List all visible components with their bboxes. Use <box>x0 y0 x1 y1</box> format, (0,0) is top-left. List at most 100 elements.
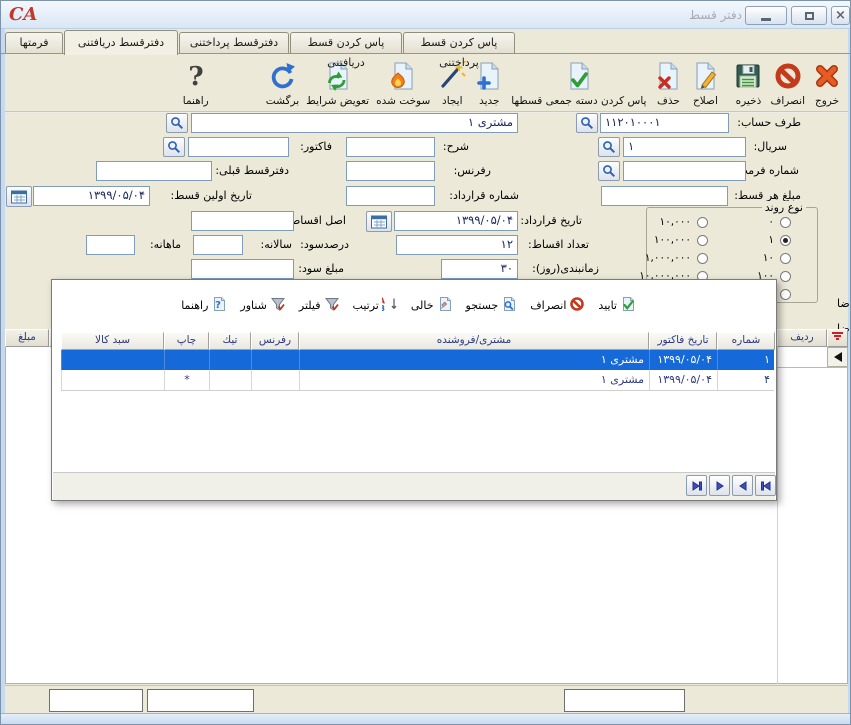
row2-invoice-date[interactable]: ۱۳۹۹/۰۵/۰۴ <box>649 370 717 390</box>
dialog-help-button[interactable]: ? راهنما <box>181 296 227 315</box>
dialog-empty-button[interactable]: خالی <box>411 296 453 315</box>
bottom-summary-box-1[interactable] <box>49 689 143 712</box>
dialog-float-button[interactable]: شناور <box>240 296 286 315</box>
row2-customer[interactable]: مشتری ۱ <box>299 370 649 390</box>
tab-receivable-book[interactable]: دفترقسط دریافتنی <box>64 30 178 55</box>
account-search-button[interactable] <box>576 113 598 133</box>
tab-formats[interactable]: فرمتها <box>5 32 63 53</box>
tab-pass-payable[interactable]: پاس کردن قسط پرداختنی <box>403 32 515 53</box>
row1-tick[interactable] <box>209 350 251 370</box>
installment-amount-field[interactable] <box>601 186 728 206</box>
row2-tick[interactable] <box>209 370 251 390</box>
contract-date-field[interactable]: ۱۳۹۹/۰۵/۰۴ <box>394 211 518 231</box>
close-button[interactable]: × <box>831 6 850 25</box>
round-10-radio[interactable] <box>780 253 791 264</box>
row1-basket[interactable] <box>61 350 164 370</box>
serial-search-button[interactable] <box>598 137 620 157</box>
round-extra-radio[interactable] <box>780 289 791 300</box>
nav-next-button[interactable] <box>709 475 730 496</box>
edit-button[interactable]: اصلاح <box>688 60 722 108</box>
description-field[interactable] <box>346 137 435 157</box>
format-no-search-button[interactable] <box>598 161 620 181</box>
round-1m-radio[interactable] <box>697 253 708 264</box>
invoice-search-button[interactable] <box>163 137 185 157</box>
save-button[interactable]: ذخیره <box>731 60 765 108</box>
interest-amount-field[interactable] <box>191 259 294 279</box>
contract-no-field[interactable] <box>346 186 435 206</box>
round-1-radio[interactable] <box>780 235 791 246</box>
tab-pass-receivable[interactable]: پاس کردن قسط دریافتنی <box>290 32 402 53</box>
account-name-search-button[interactable] <box>166 113 188 133</box>
row1-print[interactable] <box>164 350 209 370</box>
dialog-filter-button[interactable]: فیلتر <box>299 296 340 315</box>
annual-label: سالانه: <box>260 238 292 252</box>
col-basket[interactable]: سبد کالا <box>61 332 164 350</box>
schedule-field[interactable]: ۳۰ <box>441 259 518 279</box>
help-button[interactable]: ? راهنما <box>179 60 213 108</box>
col-reference[interactable]: رفرنس <box>251 332 299 350</box>
help-label: راهنما <box>183 95 209 107</box>
dialog-search-button[interactable]: جستجو <box>466 296 518 315</box>
round-10k-label: ۱۰,۰۰۰ <box>659 216 691 228</box>
col-print[interactable]: چاپ <box>164 332 209 350</box>
bottom-summary-box-3[interactable] <box>564 689 685 712</box>
round-100-radio[interactable] <box>780 271 791 282</box>
delete-label: حذف <box>657 95 680 107</box>
exit-button[interactable]: خروج <box>810 60 844 108</box>
invoice-field[interactable] <box>188 137 289 157</box>
tab-payable-book[interactable]: دفترقسط پرداختنی <box>179 32 289 53</box>
col-customer[interactable]: مشتری/فروشنده <box>299 332 649 350</box>
first-installment-date-calendar-button[interactable] <box>6 186 32 207</box>
dialog-confirm-button[interactable]: تایید <box>598 296 636 315</box>
monthly-field[interactable] <box>86 235 135 255</box>
dialog-sort-button[interactable]: AB ترتیب <box>353 296 398 315</box>
main-grid-row-selector[interactable] <box>827 347 848 367</box>
serial-field[interactable]: ۱ <box>623 137 746 157</box>
col-invoice-no[interactable]: شماره فاکتور <box>717 332 775 350</box>
question-mark-icon: ? <box>181 61 211 95</box>
first-installment-date-field[interactable]: ۱۳۹۹/۰۵/۰۴ <box>33 186 150 206</box>
nav-prev-button[interactable] <box>732 475 753 496</box>
row1-reference[interactable] <box>251 350 299 370</box>
minimize-button[interactable] <box>745 6 787 25</box>
account-code-field[interactable]: ۱۱۲۰۱۰۰۰۱ <box>600 113 729 133</box>
row1-invoice-no[interactable]: ۱ <box>717 350 775 370</box>
principal-field[interactable] <box>191 211 294 231</box>
return-button[interactable]: برگشت <box>264 60 301 108</box>
dialog-cancel-button[interactable]: انصراف <box>530 296 585 315</box>
round-0-radio[interactable] <box>780 217 791 228</box>
row2-reference[interactable] <box>251 370 299 390</box>
main-grid-row-header[interactable]: ردیف <box>777 329 827 347</box>
help-document-icon: ? <box>211 296 227 315</box>
main-grid-filter-cell[interactable] <box>827 329 848 347</box>
nav-first-button[interactable] <box>755 475 776 496</box>
format-no-field[interactable] <box>623 161 746 181</box>
burned-button[interactable]: سوخت شده <box>374 60 432 108</box>
reference-field[interactable] <box>346 161 435 181</box>
contract-date-calendar-button[interactable] <box>366 211 392 232</box>
row2-print[interactable]: * <box>164 370 209 390</box>
round-10k-radio[interactable] <box>697 217 708 228</box>
account-name-field[interactable]: مشتری ۱ <box>191 113 518 133</box>
main-grid-row-line <box>777 367 848 368</box>
maximize-button[interactable] <box>791 6 827 25</box>
main-grid-amount-header[interactable]: مبلغ <box>5 329 49 347</box>
installments-count-field[interactable]: ۱۲ <box>396 235 518 255</box>
row1-customer[interactable]: مشتری ۱ <box>299 350 649 370</box>
col-invoice-date[interactable]: تاریخ فاکتور <box>649 332 717 350</box>
return-label: برگشت <box>266 95 299 107</box>
nav-last-button[interactable] <box>686 475 707 496</box>
bottom-summary-box-2[interactable] <box>147 689 254 712</box>
round-100k-radio[interactable] <box>697 235 708 246</box>
dialog-search-label: جستجو <box>466 299 499 312</box>
col-tick[interactable]: تیك <box>209 332 251 350</box>
row1-invoice-date[interactable]: ۱۳۹۹/۰۵/۰۴ <box>649 350 717 370</box>
row2-basket[interactable] <box>61 370 164 390</box>
row2-invoice-no[interactable]: ۴ <box>717 370 775 390</box>
delete-button[interactable]: حذف <box>651 60 685 108</box>
prev-book-field[interactable] <box>96 161 212 181</box>
annual-field[interactable] <box>193 235 243 255</box>
cancel-button[interactable]: انصراف <box>768 60 807 108</box>
principal-label: اصل اقساط: <box>286 214 346 228</box>
batch-pass-button[interactable]: پاس کردن دسته جمعی قسطها <box>509 60 648 108</box>
